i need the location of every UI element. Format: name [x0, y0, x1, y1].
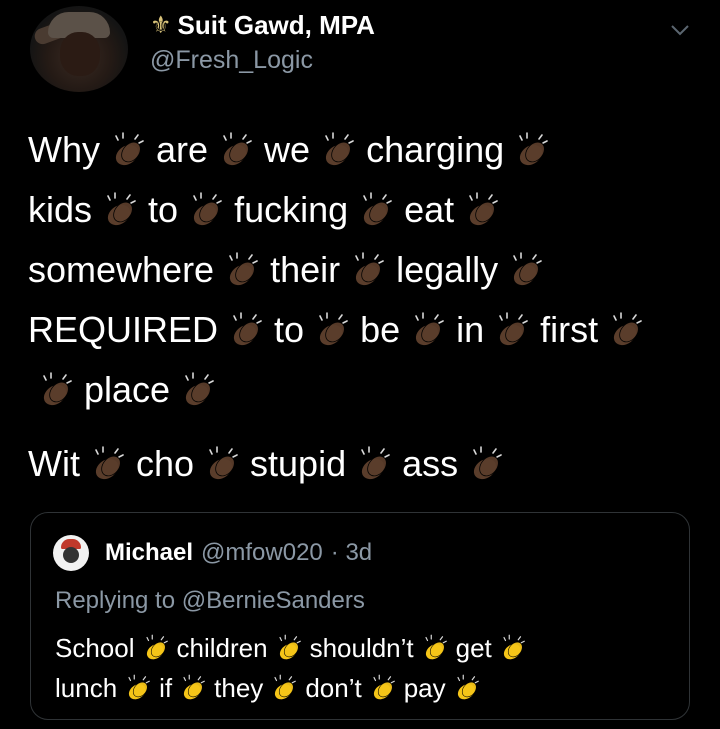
- clapping-hands-icon: [425, 634, 447, 660]
- clapping-hands-icon: [43, 372, 72, 406]
- clapping-hands-icon: [457, 674, 479, 700]
- author-display-name[interactable]: Suit Gawd, MPA: [178, 10, 375, 41]
- clapping-hands-icon: [274, 674, 297, 700]
- word: don’t: [305, 673, 362, 704]
- clapping-hands-icon: [185, 372, 214, 406]
- word: first: [540, 309, 599, 351]
- clapping-hands-icon: [355, 252, 384, 286]
- clapping-hands-icon: [469, 192, 498, 226]
- clapping-hands-icon: [145, 634, 168, 660]
- clapping-hands-icon: [95, 446, 124, 480]
- text-line: somewhere their legally: [28, 238, 708, 298]
- word: charging: [366, 129, 505, 171]
- text-line: lunch if they don’t pay: [55, 667, 534, 707]
- word: get: [455, 633, 492, 664]
- clapping-hands-icon: [233, 312, 262, 346]
- clapping-hands-icon: [499, 312, 528, 346]
- text-line: REQUIRED to be in first: [28, 298, 708, 358]
- tweet-text-second-paragraph: Wit cho stupid ass: [28, 432, 514, 494]
- word: School: [55, 633, 135, 664]
- avatar-face: [60, 32, 100, 76]
- word: somewhere: [28, 249, 215, 291]
- word: children: [176, 633, 268, 664]
- author-name-row[interactable]: ⚜ Suit Gawd, MPA: [150, 10, 375, 41]
- clapping-hands-icon: [519, 132, 548, 166]
- clapping-hands-icon: [223, 132, 252, 166]
- clapping-hands-icon: [229, 252, 258, 286]
- author-avatar[interactable]: [30, 6, 128, 92]
- word: to: [274, 309, 305, 351]
- clapping-hands-icon: [415, 312, 444, 346]
- replying-to[interactable]: Replying to @BernieSanders: [55, 587, 365, 615]
- tweet-text: Why are we charging kids to fucking eat somewher…: [28, 118, 708, 418]
- quoted-avatar[interactable]: [53, 535, 89, 571]
- clapping-hands-icon: [373, 674, 395, 700]
- clapping-hands-icon: [363, 192, 392, 226]
- word: lunch: [55, 673, 118, 704]
- word: pay: [403, 673, 446, 704]
- clapping-hands-icon: [193, 192, 222, 226]
- word: stupid: [250, 443, 347, 485]
- clapping-hands-icon: [503, 634, 525, 660]
- word: legally: [396, 249, 499, 291]
- word: Wit: [28, 443, 80, 485]
- word: eat: [404, 189, 455, 231]
- word: they: [214, 673, 264, 704]
- word: REQUIRED: [28, 309, 219, 351]
- clapping-hands-icon: [613, 312, 642, 346]
- quoted-text: School children shouldn’t get lunch if they don…: [55, 627, 534, 707]
- word: ass: [402, 443, 459, 485]
- word: fucking: [234, 189, 349, 231]
- quoted-header: Michael @mfow020 · 3d: [105, 539, 372, 567]
- text-line: Wit cho stupid ass: [28, 432, 514, 494]
- word: Why: [28, 129, 100, 171]
- clapping-hands-icon: [278, 634, 301, 660]
- word: in: [456, 309, 485, 351]
- word: kids: [28, 189, 93, 231]
- fleur-de-lis-icon: ⚜: [150, 11, 172, 39]
- avatar-head: [63, 547, 79, 563]
- quoted-name[interactable]: Michael: [105, 539, 193, 567]
- word: we: [264, 129, 311, 171]
- quoted-time: · 3d: [330, 539, 373, 566]
- clapping-hands-icon: [361, 446, 390, 480]
- word: shouldn’t: [309, 633, 414, 664]
- clapping-hands-icon: [319, 312, 348, 346]
- quoted-handle[interactable]: @mfow020: [201, 539, 323, 567]
- clapping-hands-icon: [107, 192, 136, 226]
- quoted-tweet-card[interactable]: Michael @mfow020 · 3d Replying to @Berni…: [30, 512, 690, 720]
- text-line: place: [28, 358, 708, 418]
- chevron-down-icon[interactable]: [668, 18, 692, 42]
- word: cho: [135, 443, 195, 485]
- clapping-hands-icon: [115, 132, 144, 166]
- clapping-hands-icon: [513, 252, 542, 286]
- clapping-hands-icon: [128, 674, 151, 700]
- clapping-hands-icon: [473, 446, 502, 480]
- text-line: School children shouldn’t get: [55, 627, 534, 667]
- word: their: [270, 249, 341, 291]
- author-handle[interactable]: @Fresh_Logic: [150, 46, 313, 75]
- clapping-hands-icon: [183, 674, 206, 700]
- word: place: [84, 369, 171, 411]
- word: if: [159, 673, 173, 704]
- word: to: [148, 189, 179, 231]
- clapping-hands-icon: [209, 446, 238, 480]
- word: be: [360, 309, 401, 351]
- word: are: [156, 129, 209, 171]
- clapping-hands-icon: [325, 132, 354, 166]
- text-line: kids to fucking eat: [28, 178, 708, 238]
- text-line: Why are we charging: [28, 118, 708, 178]
